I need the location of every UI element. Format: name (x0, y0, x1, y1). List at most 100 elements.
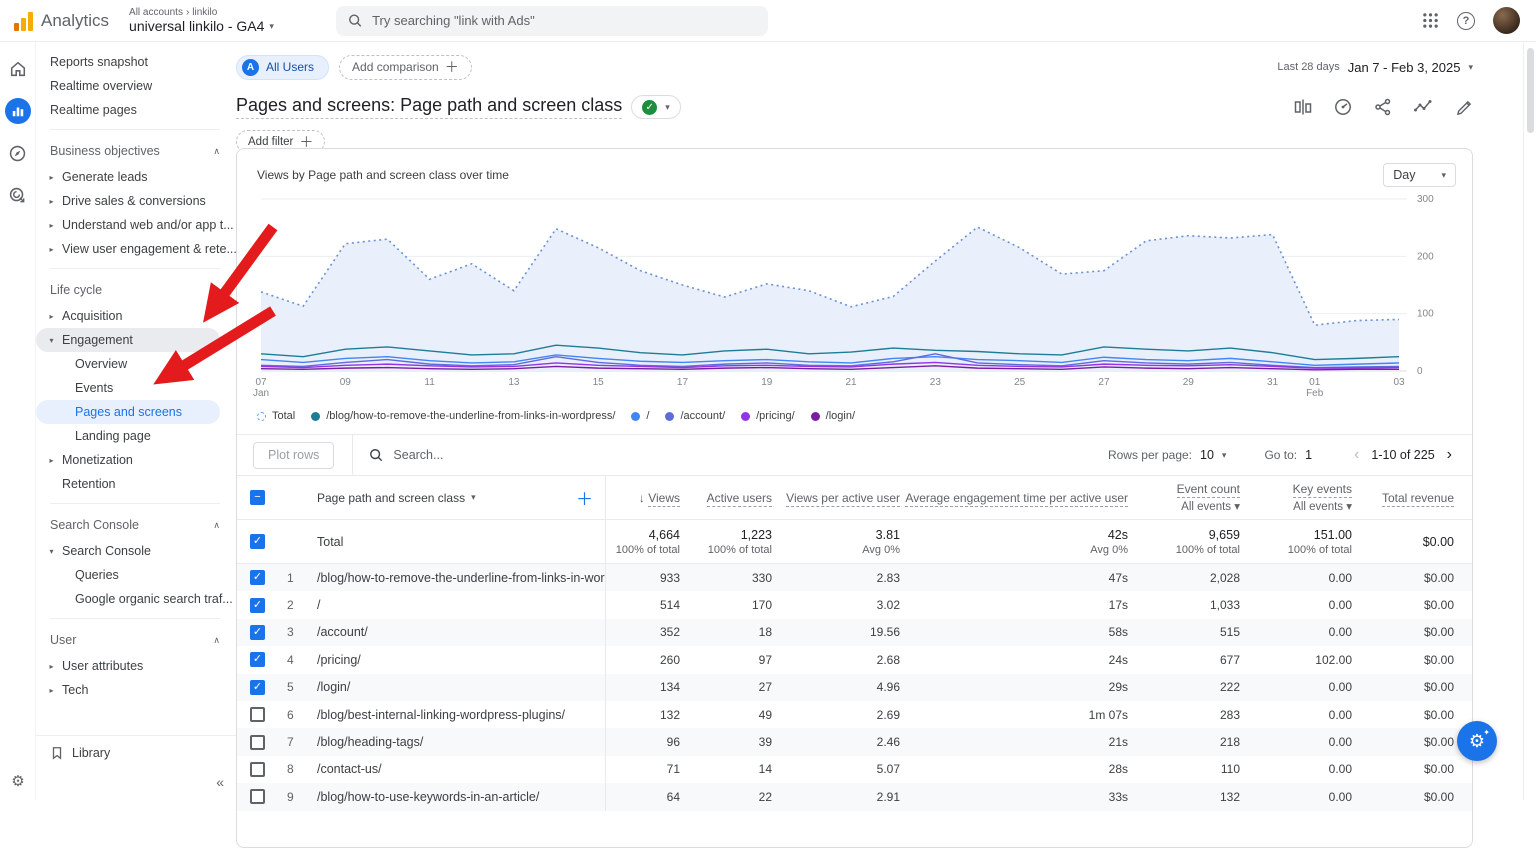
table-search[interactable] (369, 448, 1108, 462)
account-switcher[interactable]: All accounts › linkilo universal linkilo… (129, 7, 274, 35)
page-scrollbar[interactable] (1523, 42, 1536, 800)
table-row: 7/blog/heading-tags/96392.4621s2180.00$0… (237, 728, 1472, 755)
column-header-event-count[interactable]: Event countAll events ▾ (1132, 482, 1244, 513)
add-dimension-icon[interactable]: ＋ (576, 485, 593, 510)
sidebar-item-retention[interactable]: Retention (36, 472, 220, 496)
sidebar-item-pages-and-screens[interactable]: Pages and screens (36, 400, 220, 424)
analytics-logo[interactable]: Analytics (0, 11, 123, 31)
row-checkbox[interactable]: ✓ (250, 652, 265, 667)
metric-cell: 1,033 (1132, 598, 1244, 612)
report-status-badge[interactable]: ✓ ▾ (631, 95, 681, 119)
advertising-icon[interactable] (5, 182, 31, 208)
scrollbar-thumb[interactable] (1527, 48, 1534, 133)
insights-icon[interactable] (1414, 98, 1434, 116)
search-icon (348, 13, 362, 28)
total-subtext: 100% of total (1244, 544, 1352, 556)
sidebar-item-view-user-engagement-rete[interactable]: ▸View user engagement & rete... (36, 237, 220, 261)
sidebar-item-understand-web-and-or-app-t[interactable]: ▸Understand web and/or app t... (36, 213, 220, 237)
go-to-label: Go to: (1264, 448, 1297, 462)
sidebar-item-reports-snapshot[interactable]: Reports snapshot (36, 50, 220, 74)
go-to-value[interactable]: 1 (1305, 448, 1312, 462)
plot-rows-button[interactable]: Plot rows (253, 442, 334, 469)
column-header-active-users[interactable]: Active users (684, 491, 776, 505)
avatar[interactable] (1493, 7, 1520, 34)
table-row: ✓5/login/134274.9629s2220.00$0.00 (237, 674, 1472, 701)
table-search-input[interactable] (393, 448, 693, 462)
all-users-chip[interactable]: A All Users (236, 55, 329, 80)
home-icon[interactable] (5, 56, 31, 82)
sidebar-item-user-attributes[interactable]: ▸User attributes (36, 654, 220, 678)
apps-grid-icon[interactable] (1422, 12, 1439, 29)
sidebar-item-drive-sales-conversions[interactable]: ▸Drive sales & conversions (36, 189, 220, 213)
sidebar-item-acquisition[interactable]: ▸Acquisition (36, 304, 220, 328)
prev-page-icon[interactable]: ‹ (1350, 446, 1363, 464)
table-row: ✓4/pricing/260972.6824s677102.00$0.00 (237, 646, 1472, 673)
next-page-icon[interactable]: › (1443, 446, 1456, 464)
insights-fab[interactable]: ⚙ ✦ (1457, 721, 1497, 761)
section-header-business-objectives[interactable]: Business objectives∧ (36, 137, 236, 165)
date-range-picker[interactable]: Last 28 days Jan 7 - Feb 3, 2025 ▾ (1277, 60, 1523, 75)
row-checkbox[interactable]: ✓ (250, 598, 265, 613)
column-header-views-per-active-user[interactable]: Views per active user (776, 491, 904, 505)
column-header-label: Key events (1293, 482, 1352, 498)
row-checkbox[interactable] (250, 789, 265, 804)
edit-pencil-icon[interactable] (1456, 99, 1473, 116)
row-checkbox[interactable]: ✓ (250, 625, 265, 640)
all-events-filter[interactable]: All events ▾ (1244, 499, 1352, 513)
sidebar-item-tech[interactable]: ▸Tech (36, 678, 220, 702)
sidebar-item-generate-leads[interactable]: ▸Generate leads (36, 165, 220, 189)
rows-per-page-value[interactable]: 10 (1200, 448, 1214, 462)
row-checkbox[interactable] (250, 735, 265, 750)
total-subtext: 100% of total (606, 544, 680, 556)
sidebar-item-realtime-pages[interactable]: Realtime pages (36, 98, 220, 122)
metric-cell: 0.00 (1244, 598, 1356, 612)
chevron-down-icon[interactable]: ▾ (1222, 450, 1227, 461)
sidebar-item-google-organic-search-traf[interactable]: Google organic search traf... (36, 587, 220, 611)
sidebar-item-realtime-overview[interactable]: Realtime overview (36, 74, 220, 98)
sidebar-item-library[interactable]: Library (36, 735, 236, 770)
dimension-header[interactable]: Page path and screen class ▾＋ (315, 476, 606, 519)
chevron-right-icon: ▸ (46, 197, 57, 206)
pagination-range: 1-10 of 225 (1371, 448, 1434, 462)
share-icon[interactable] (1374, 98, 1392, 116)
collapse-sidebar-icon[interactable]: « (216, 774, 224, 790)
section-header-search-console[interactable]: Search Console∧ (36, 511, 236, 539)
row-checkbox[interactable]: − (250, 490, 265, 505)
column-header-total-revenue[interactable]: Total revenue (1356, 491, 1472, 505)
sidebar-item-search-console[interactable]: ▾Search Console (36, 539, 220, 563)
row-checkbox[interactable] (250, 707, 265, 722)
speed-gauge-icon[interactable] (1334, 98, 1352, 116)
metric-cell: 110 (1132, 762, 1244, 776)
legend-dot-icon (741, 412, 750, 421)
row-checkbox[interactable] (250, 762, 265, 777)
sidebar-item-monetization[interactable]: ▸Monetization (36, 448, 220, 472)
metric-cell: 58s (904, 625, 1132, 639)
sidebar-item-overview[interactable]: Overview (36, 352, 220, 376)
all-events-filter[interactable]: All events ▾ (1132, 499, 1240, 513)
compare-icon[interactable] (1294, 98, 1312, 116)
granularity-select[interactable]: Day ▾ (1383, 163, 1456, 187)
section-header-life-cycle[interactable]: Life cycle∧ (36, 276, 236, 304)
table-row: ✓3/account/3521819.5658s5150.00$0.00 (237, 619, 1472, 646)
row-checkbox[interactable]: ✓ (250, 680, 265, 695)
column-header-average-engagement-time-per-active-user[interactable]: Average engagement time per active user (904, 491, 1132, 505)
help-icon[interactable]: ? (1457, 12, 1475, 30)
row-number: 1 (281, 571, 315, 585)
add-comparison-chip[interactable]: Add comparison ＋ (339, 55, 472, 80)
global-search-input[interactable] (372, 13, 756, 28)
admin-gear-icon[interactable]: ⚙ (0, 772, 36, 790)
row-checkbox[interactable]: ✓ (250, 570, 265, 585)
explore-icon[interactable] (5, 140, 31, 166)
reports-icon[interactable] (5, 98, 31, 124)
sidebar-item-engagement[interactable]: ▾Engagement (36, 328, 220, 352)
column-header-key-events[interactable]: Key eventsAll events ▾ (1244, 482, 1356, 513)
row-checkbox[interactable]: ✓ (250, 534, 265, 549)
column-header-views[interactable]: ↓ Views (606, 491, 684, 505)
global-search[interactable] (336, 6, 768, 36)
sidebar-item-landing-page[interactable]: Landing page (36, 424, 220, 448)
sidebar-item-events[interactable]: Events (36, 376, 220, 400)
section-header-user[interactable]: User∧ (36, 626, 236, 654)
sidebar-item-queries[interactable]: Queries (36, 563, 220, 587)
column-header-main: Active users (684, 491, 772, 505)
sidebar-item-label: Search Console (62, 544, 151, 558)
